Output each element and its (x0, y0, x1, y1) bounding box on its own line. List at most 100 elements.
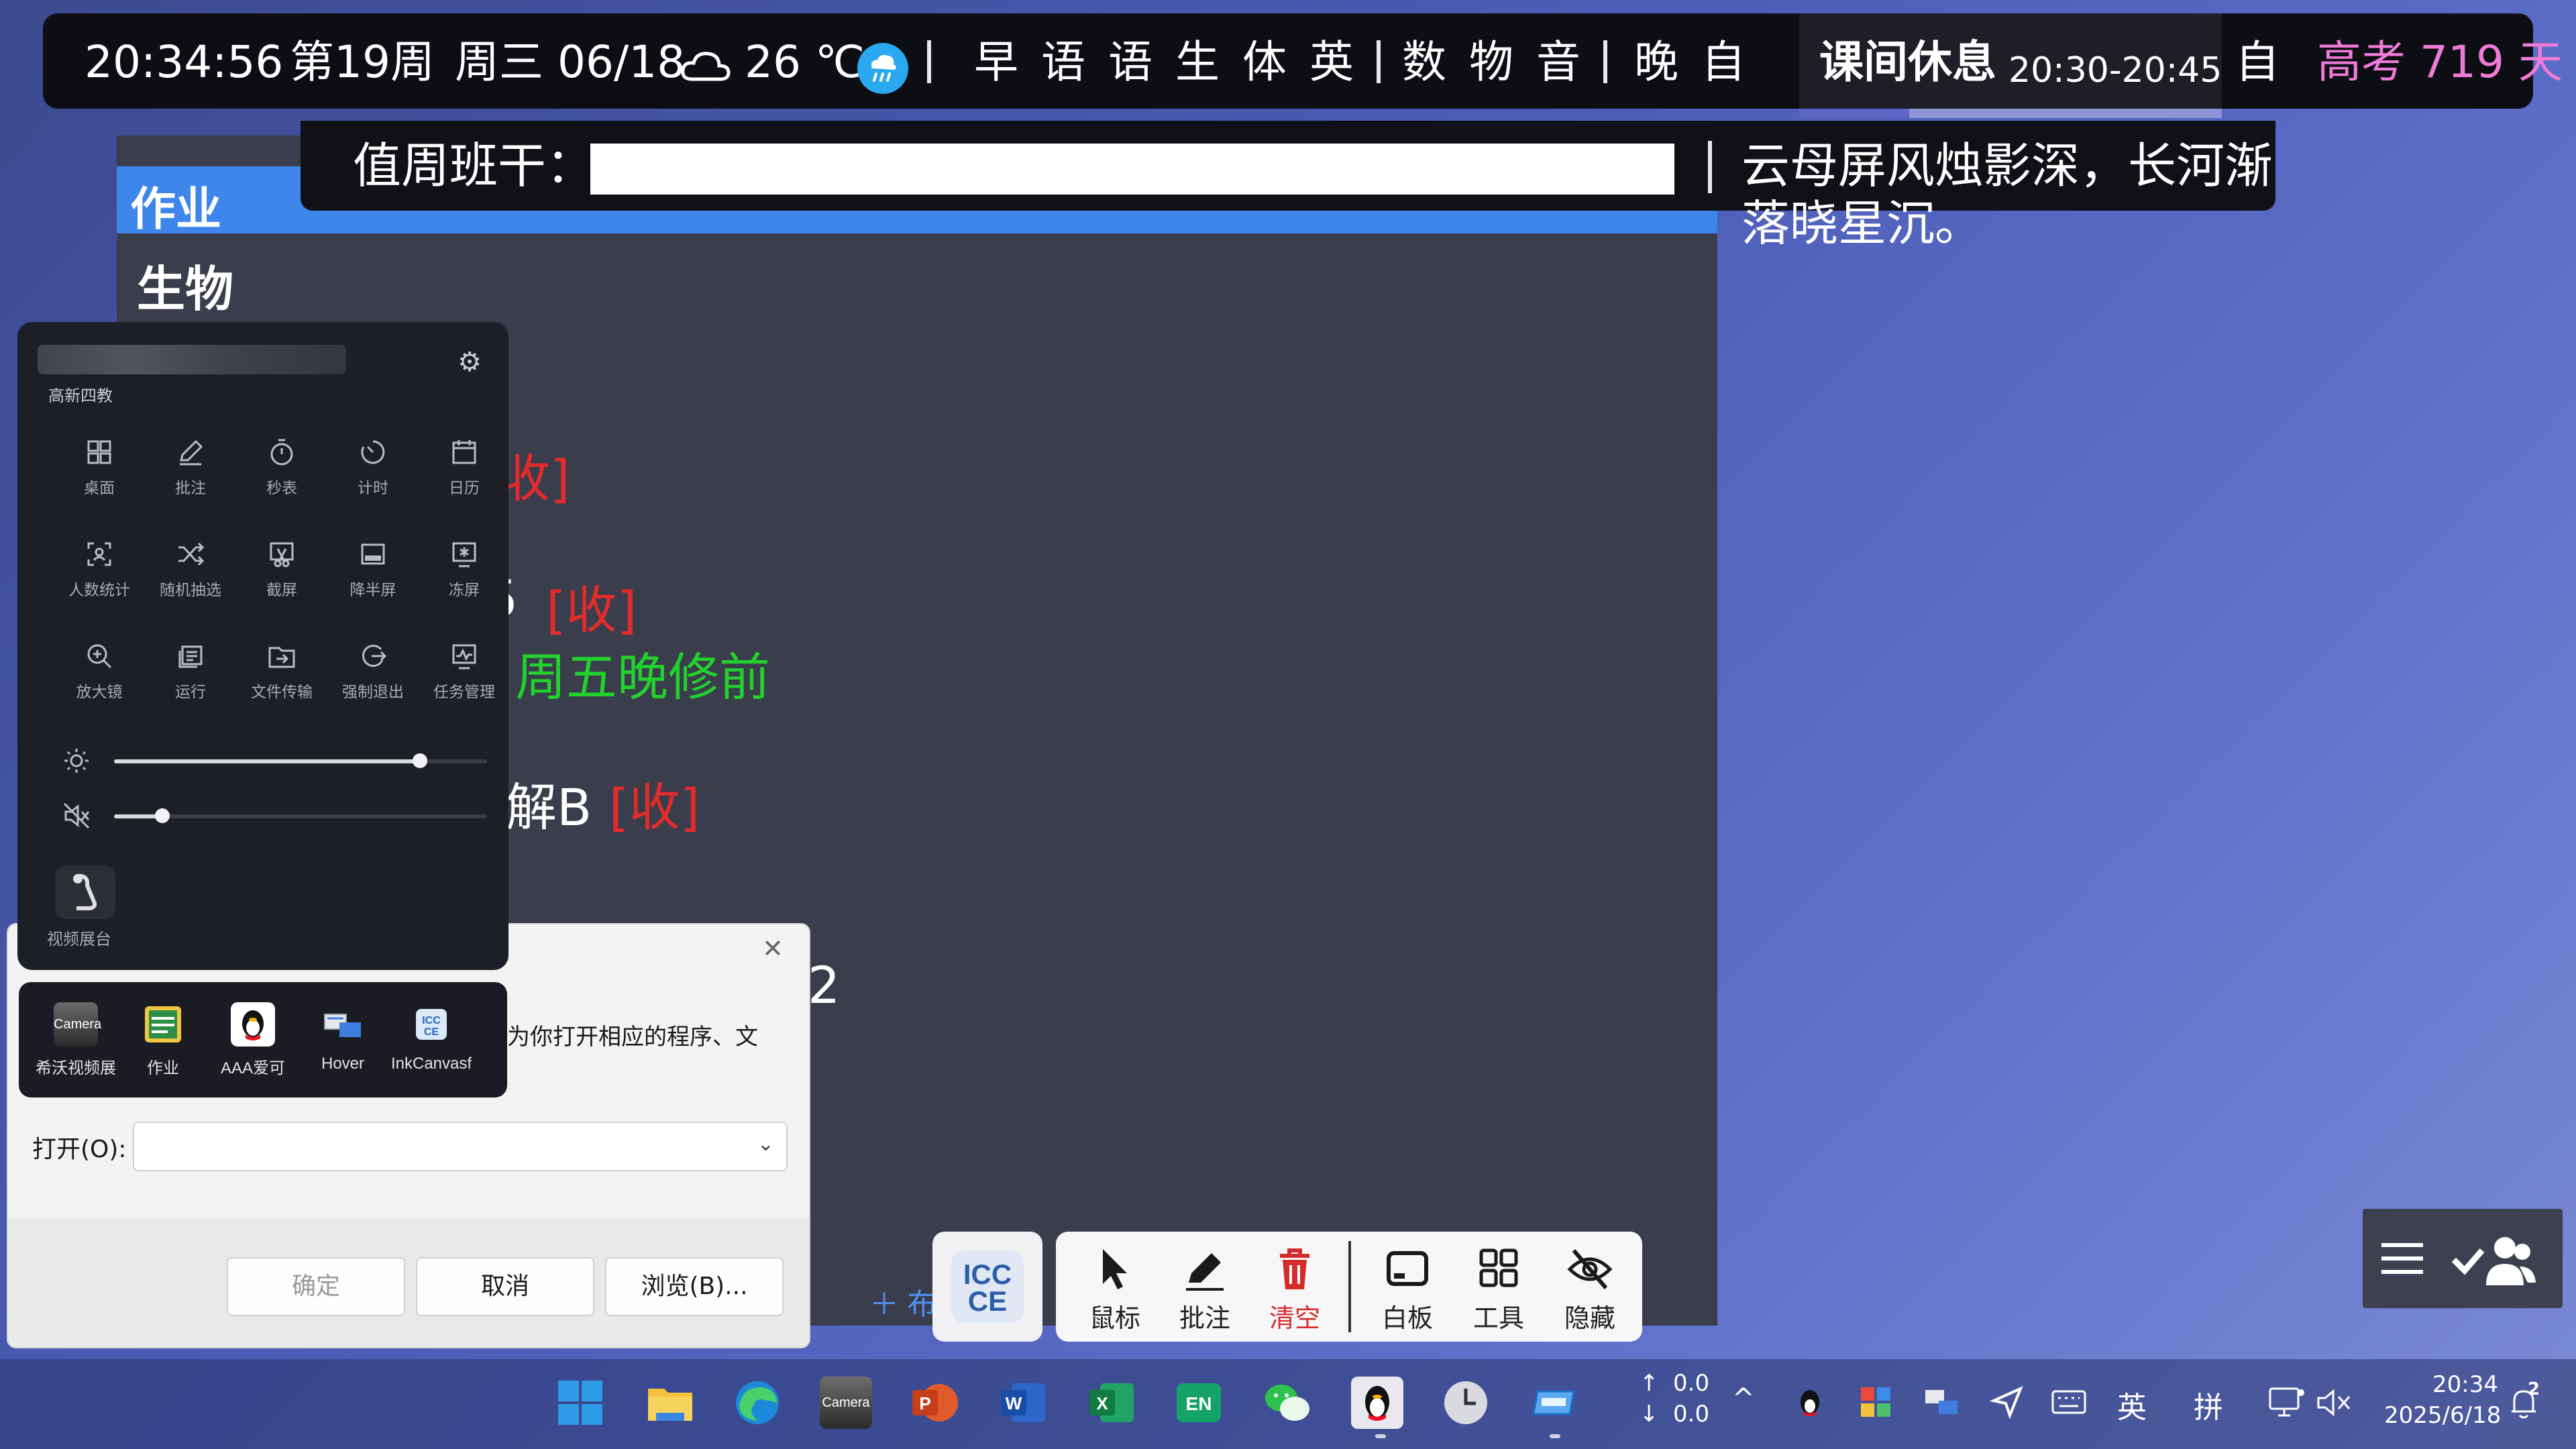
homework-line: 周五晚修前 (515, 647, 770, 707)
edge-icon[interactable] (731, 1377, 784, 1429)
ink-button-label: 清空 (1269, 1303, 1320, 1333)
homework-subject: 生物 (137, 261, 234, 317)
color-tray-icon[interactable] (1858, 1385, 1893, 1419)
tool-label: 运行 (175, 683, 206, 700)
mute-icon[interactable] (62, 801, 91, 830)
send-icon[interactable] (1990, 1385, 2025, 1419)
poem-text: 云母屏风烛影深，长河渐落晓星沉。 (1741, 138, 2273, 252)
current-period-time: 20:30-20:45 (2008, 50, 2222, 91)
keyboard-icon[interactable] (2050, 1387, 2088, 1417)
taskbar-date[interactable]: 2025/6/18 (2384, 1402, 2501, 1429)
running-indicator (1375, 1434, 1386, 1438)
word-icon[interactable]: W (997, 1377, 1049, 1429)
trash-icon (1280, 1248, 1309, 1289)
clock-icon[interactable] (1440, 1377, 1492, 1429)
tool-desktop[interactable]: 桌面 (54, 423, 145, 510)
svg-text:ICC: ICC (422, 1015, 441, 1026)
file-explorer-icon[interactable] (644, 1377, 696, 1429)
speaker-muted-icon[interactable] (2316, 1386, 2353, 1419)
tool-half-screen[interactable]: 降半屏 (327, 525, 419, 612)
easinote-icon[interactable]: EN (1173, 1377, 1225, 1429)
app-aaa[interactable]: AAA爱可 (209, 1002, 297, 1078)
tool-label: 随机抽选 (160, 581, 221, 598)
app-hover[interactable]: Hover (299, 1002, 386, 1073)
tool-timer[interactable]: 计时 (327, 423, 419, 510)
inkcanvas-app-icon: ICCCE (416, 1009, 447, 1040)
tool-label: 强制退出 (342, 683, 404, 700)
week-number: 第19周 (290, 36, 435, 88)
volume-slider[interactable] (114, 808, 487, 823)
tool-label: 截屏 (266, 581, 297, 598)
tool-freeze[interactable]: 冻屏 (419, 525, 510, 612)
run-icon (178, 645, 203, 668)
temperature: 26 ℃ (745, 36, 865, 88)
screenshot-icon (270, 542, 294, 568)
camera-app-icon: Camera (54, 1002, 101, 1046)
windows-start-icon[interactable] (554, 1377, 606, 1429)
tool-calendar[interactable]: 日历 (419, 423, 510, 510)
icc-logo-button[interactable]: ICC CE (932, 1232, 1042, 1342)
schedule-item: 物 (1469, 36, 1513, 88)
app-label: Hover (321, 1055, 365, 1073)
cancel-button[interactable]: 取消 (416, 1257, 594, 1316)
ime-mode[interactable]: 拼 (2194, 1383, 2223, 1426)
tool-screenshot[interactable]: 截屏 (236, 525, 327, 612)
chevron-up-icon[interactable]: ^ (1732, 1383, 1755, 1414)
period-progress-bar (1799, 109, 2222, 118)
hide-button[interactable]: 隐藏 (1550, 1244, 1630, 1334)
volume-handle[interactable] (155, 808, 170, 823)
qq-penguin-icon (231, 1002, 275, 1046)
whiteboard-button[interactable]: 白板 (1367, 1244, 1448, 1334)
ok-button[interactable]: 确定 (227, 1257, 405, 1316)
brightness-icon (64, 749, 89, 773)
tool-annotate[interactable]: 批注 (145, 423, 236, 510)
network-icon[interactable] (2267, 1385, 2306, 1421)
ime-language[interactable]: 英 (2117, 1383, 2147, 1426)
svg-text:W: W (1006, 1393, 1022, 1413)
open-input[interactable]: ⌄ (133, 1122, 788, 1171)
force-exit-icon (362, 645, 387, 667)
tool-force-exit[interactable]: 强制退出 (327, 627, 419, 714)
brightness-slider[interactable] (114, 753, 487, 768)
mouse-button[interactable]: 鼠标 (1075, 1244, 1155, 1334)
wechat-icon[interactable] (1261, 1377, 1313, 1429)
menu-icon[interactable] (2379, 1238, 2426, 1279)
tool-label: 人数统计 (68, 581, 130, 598)
qq-tray-icon[interactable] (1791, 1383, 1829, 1421)
clear-button[interactable]: 清空 (1254, 1244, 1335, 1334)
app-seewo-camera[interactable]: Camera 希沃视频展 (32, 1002, 119, 1078)
tool-task-manager[interactable]: 任务管理 (419, 627, 510, 714)
tool-random-pick[interactable]: 随机抽选 (145, 525, 236, 612)
tool-magnifier[interactable]: 放大镜 (54, 627, 145, 714)
tool-people-count[interactable]: 人数统计 (54, 525, 145, 612)
video-booth-button[interactable] (55, 865, 115, 919)
gear-icon[interactable]: ⚙ (449, 342, 490, 382)
separator (1603, 40, 1607, 83)
qq-penguin-icon[interactable] (1351, 1377, 1403, 1429)
camera-app-icon[interactable]: Camera (820, 1377, 872, 1429)
tool-file-transfer[interactable]: 文件传输 (236, 627, 327, 714)
tool-label: 冻屏 (449, 581, 480, 598)
hover-app-icon (324, 1014, 361, 1037)
taskbar-clock[interactable]: 20:34 (2432, 1371, 2498, 1398)
excel-icon[interactable]: X (1085, 1377, 1138, 1429)
net-up-speed: 0.0 (1673, 1370, 1710, 1397)
current-period: 课间休息 (1819, 36, 1996, 88)
app-homework[interactable]: 作业 (119, 1002, 207, 1078)
add-homework-button[interactable]: ＋ 布 (869, 1280, 936, 1323)
close-icon[interactable]: ✕ (762, 934, 784, 964)
attendance-icon[interactable] (2450, 1229, 2537, 1289)
annotate-button[interactable]: 批注 (1165, 1244, 1245, 1334)
tools-button[interactable]: 工具 (1458, 1244, 1539, 1334)
tool-stopwatch[interactable]: 秒表 (236, 423, 327, 510)
clock-time: 20:34:56 (85, 36, 284, 88)
brightness-handle[interactable] (412, 753, 427, 768)
chevron-down-icon[interactable]: ⌄ (757, 1132, 774, 1156)
powerpoint-icon[interactable]: P (908, 1377, 961, 1429)
tool-run[interactable]: 运行 (145, 627, 236, 714)
browse-button[interactable]: 浏览(B)... (605, 1257, 784, 1316)
app-inkcanvas[interactable]: ICC CE InkCanvasf (388, 1002, 475, 1073)
inkcanvas-taskbar-icon[interactable] (1528, 1377, 1580, 1429)
quick-tools-panel: 高新四教 ⚙ 桌面 批注 秒表 计时 日历 人数统计 随机抽选 截屏 降半屏 冻… (17, 322, 508, 970)
hover-tray-icon[interactable] (1923, 1385, 1960, 1419)
